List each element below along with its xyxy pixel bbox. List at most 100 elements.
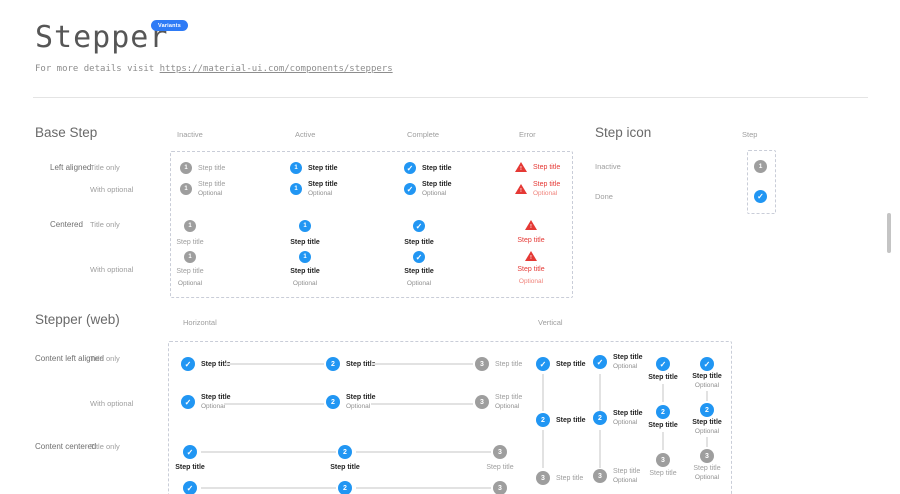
col-header-vertical: Vertical (538, 318, 563, 327)
step-number-icon: 1 (184, 220, 196, 232)
col-header-inactive: Inactive (177, 130, 203, 139)
vstep2-1-complete-optional: ✓ Step title Optional (593, 354, 643, 370)
step-number-icon: 2 (338, 481, 352, 494)
connector-line (599, 374, 601, 411)
subtitle-text: For more details visit (35, 64, 154, 74)
connector-line (662, 432, 664, 450)
col-header-active: Active (295, 130, 315, 139)
step-number-icon: 2 (656, 405, 670, 419)
row-label-inactive: Inactive (595, 162, 621, 171)
check-icon: ✓ (181, 395, 195, 409)
step-number-icon: 3 (493, 481, 507, 494)
row-variant-title-only: Title only (90, 354, 120, 363)
hstep-1-complete-optional: ✓ Step title Optional (181, 394, 231, 410)
step-error-title: ! Step title (515, 162, 560, 172)
step-icon-heading: Step icon (595, 125, 651, 140)
step-number-icon: 1 (184, 251, 196, 263)
step-inactive-optional: 1 Step title Optional (180, 181, 225, 197)
vstep1-1-complete: ✓ Step title (536, 357, 586, 371)
check-icon: ✓ (181, 357, 195, 371)
connector-line (706, 437, 708, 447)
step-active-optional: 1 Step title Optional (290, 181, 338, 197)
step-number-icon: 3 (475, 357, 489, 371)
check-icon: ✓ (754, 190, 767, 203)
step-number-icon: 1 (754, 160, 767, 173)
hstep-centered-1-complete: ✓ Step title (160, 445, 220, 471)
step-centered-active-optional: 1 Step title Optional (275, 251, 335, 287)
check-icon: ✓ (183, 481, 197, 494)
step-number-icon: 3 (656, 453, 670, 467)
hstep-centered-3-inactive: 3 Step title (470, 445, 530, 471)
step-number-icon: 2 (326, 357, 340, 371)
connector-line (224, 363, 324, 365)
step-number-icon: 1 (299, 220, 311, 232)
vstep1-2-active: 2 Step title (536, 413, 586, 427)
step-centered-complete-title: ✓ Step title (389, 220, 449, 246)
step-centered-inactive-optional: 1 Step title Optional (160, 251, 220, 287)
row-variant-with-optional: With optional (90, 185, 133, 194)
vstep2-2-active-optional: 2 Step title Optional (593, 410, 643, 426)
step-number-icon: 3 (493, 445, 507, 459)
check-icon: ✓ (413, 251, 425, 263)
check-icon: ✓ (413, 220, 425, 232)
step-number-icon: 1 (290, 162, 302, 174)
hstep-3-inactive-optional: 3 Step title Optional (475, 394, 522, 410)
warning-triangle-icon: ! (515, 184, 527, 194)
step-number-icon: 3 (700, 449, 714, 463)
step-number-icon: 1 (290, 183, 302, 195)
connector-line (371, 403, 473, 405)
stepper-component-sheet: Stepper Variants For more details visit … (0, 0, 900, 494)
variants-badge: Variants (151, 20, 188, 31)
row-variant-title-only: Title only (90, 220, 120, 229)
step-number-icon: 2 (593, 411, 607, 425)
step-complete-optional: ✓ Step title Optional (404, 181, 452, 197)
vstep2-3-inactive-optional: 3 Step title Optional (593, 468, 640, 484)
step-error-optional: ! Step title Optional (515, 181, 560, 197)
step-inactive-title: 1 Step title (180, 162, 225, 174)
hstep-3-inactive: 3 Step title (475, 357, 522, 371)
vstep3-centered-title: ✓ Step title 2 Step title 3 Step title (638, 357, 688, 477)
connector-line (542, 430, 544, 468)
hstep-2-active: 2 Step title (326, 357, 376, 371)
step-number-icon: 1 (180, 162, 192, 174)
check-icon: ✓ (404, 162, 416, 174)
step-number-icon: 3 (536, 471, 550, 485)
header-divider (33, 97, 868, 98)
row-label-done: Done (595, 192, 613, 201)
step-number-icon: 3 (593, 469, 607, 483)
connector-line (542, 374, 544, 411)
hstep-centered-3-inactive-optional: 3 Step title Optional (470, 481, 530, 494)
connector-line (371, 363, 473, 365)
material-ui-link[interactable]: https://material-ui.com/components/stepp… (160, 64, 393, 74)
step-complete-title: ✓ Step title (404, 162, 452, 174)
check-icon: ✓ (404, 183, 416, 195)
check-icon: ✓ (183, 445, 197, 459)
check-icon: ✓ (593, 355, 607, 369)
row-variant-with-optional: With optional (90, 399, 133, 408)
step-number-icon: 2 (338, 445, 352, 459)
stepper-web-heading: Stepper (web) (35, 312, 120, 327)
row-group-content-centered: Content centered (35, 442, 96, 451)
step-number-icon: 1 (299, 251, 311, 263)
step-centered-complete-optional: ✓ Step title Optional (389, 251, 449, 287)
row-variant-title-only: Title only (90, 442, 120, 451)
row-variant-title-only: Title only (90, 163, 120, 172)
step-centered-active-title: 1 Step title (275, 220, 335, 246)
vertical-scrollbar[interactable] (887, 213, 891, 253)
warning-triangle-icon: ! (525, 220, 537, 230)
connector-line (599, 430, 601, 468)
row-variant-with-optional: With optional (90, 265, 133, 274)
check-icon: ✓ (700, 357, 714, 371)
check-icon: ✓ (536, 357, 550, 371)
col-header-error: Error (519, 130, 536, 139)
col-header-step: Step (742, 130, 757, 139)
connector-line (706, 391, 708, 401)
step-number-icon: 2 (326, 395, 340, 409)
connector-line (224, 403, 324, 405)
connector-line (662, 384, 664, 402)
row-group-left-aligned: Left aligned (50, 163, 91, 172)
base-step-heading: Base Step (35, 125, 97, 140)
step-number-icon: 2 (700, 403, 714, 417)
step-centered-error-optional: ! Step title Optional (501, 251, 561, 285)
vstep4-centered-optional: ✓ Step title Optional 2 Step title Optio… (682, 357, 732, 481)
